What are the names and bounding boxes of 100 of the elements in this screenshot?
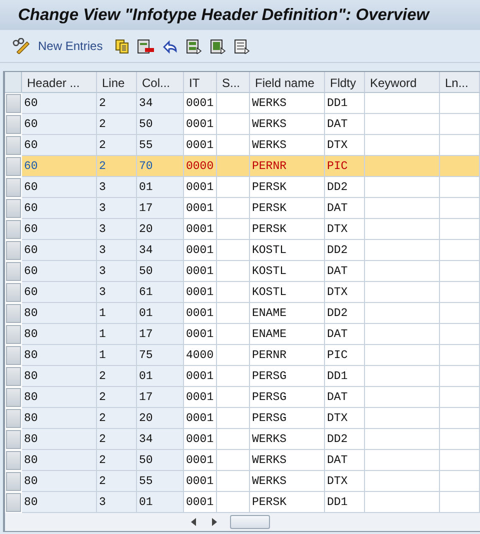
row-selector[interactable]: [6, 94, 21, 113]
table-cell: [217, 366, 250, 387]
table-cell: PERNR: [250, 156, 325, 177]
row-selector[interactable]: [6, 388, 21, 407]
scroll-right-icon[interactable]: [210, 517, 218, 527]
table-cell: PERNR: [250, 345, 325, 366]
deselect-icon[interactable]: [234, 38, 250, 54]
table-cell: DD2: [325, 240, 365, 261]
column-header[interactable]: Fldty: [325, 72, 365, 93]
table-cell: 0001: [184, 387, 217, 408]
row-selector[interactable]: [6, 346, 21, 365]
table-cell: [217, 429, 250, 450]
table-cell: [440, 450, 480, 471]
table-cell: DTX: [325, 135, 365, 156]
column-header[interactable]: Keyword: [365, 72, 440, 93]
column-header[interactable]: Ln...: [440, 72, 480, 93]
table-cell: KOSTL: [250, 261, 325, 282]
table-cell: 55: [137, 471, 184, 492]
table-cell: 2: [97, 135, 137, 156]
column-header[interactable]: Col...: [137, 72, 184, 93]
select-all-corner[interactable]: [5, 72, 22, 93]
table-cell: [217, 114, 250, 135]
table-cell: DTX: [325, 471, 365, 492]
table-cell: PERSK: [250, 219, 325, 240]
table-cell: DAT: [325, 387, 365, 408]
row-selector[interactable]: [6, 157, 21, 176]
table-cell: [217, 303, 250, 324]
window-title: Change View "Infotype Header Definition": Overview: [18, 6, 430, 24]
row-selector[interactable]: [6, 304, 21, 323]
table-cell: 2: [97, 408, 137, 429]
column-header[interactable]: S...: [217, 72, 250, 93]
table-cell: DAT: [325, 324, 365, 345]
table-cell: [217, 345, 250, 366]
column-header[interactable]: Header ...: [22, 72, 97, 93]
table-cell: WERKS: [250, 429, 325, 450]
row-selector[interactable]: [6, 178, 21, 197]
copy-icon[interactable]: [114, 38, 129, 54]
table-cell: 80: [22, 324, 97, 345]
row-selector[interactable]: [6, 367, 21, 386]
select-all-icon[interactable]: [186, 38, 202, 54]
table-cell: DD1: [325, 492, 365, 513]
row-selector[interactable]: [6, 283, 21, 302]
row-selector[interactable]: [6, 472, 21, 491]
table-cell: [217, 135, 250, 156]
table-cell: 60: [22, 114, 97, 135]
column-header[interactable]: Line: [97, 72, 137, 93]
delete-row-icon[interactable]: [136, 38, 154, 54]
column-header[interactable]: IT: [184, 72, 217, 93]
row-selector[interactable]: [6, 451, 21, 470]
table-cell: [217, 156, 250, 177]
table-cell: [440, 345, 480, 366]
new-entries-button[interactable]: New Entries: [38, 39, 107, 53]
table-cell: 20: [137, 219, 184, 240]
row-selector[interactable]: [6, 199, 21, 218]
table-cell: 75: [137, 345, 184, 366]
table-cell: [440, 261, 480, 282]
table-cell: 60: [22, 156, 97, 177]
table-cell: 4000: [184, 345, 217, 366]
table-cell: 20: [137, 408, 184, 429]
row-selector[interactable]: [6, 325, 21, 344]
table-cell: WERKS: [250, 93, 325, 114]
row-selector[interactable]: [6, 136, 21, 155]
table-cell: DAT: [325, 198, 365, 219]
table-cell: 3: [97, 261, 137, 282]
table-cell: 80: [22, 450, 97, 471]
row-selector[interactable]: [6, 220, 21, 239]
table-cell: [217, 261, 250, 282]
scroll-left-icon[interactable]: [190, 517, 198, 527]
table-cell: [440, 93, 480, 114]
table-cell: PIC: [325, 156, 365, 177]
table-cell: [217, 492, 250, 513]
pencil-glasses-icon[interactable]: [12, 38, 30, 54]
table-cell: 0001: [184, 198, 217, 219]
row-selector[interactable]: [6, 409, 21, 428]
scrollbar-thumb[interactable]: [230, 515, 270, 529]
table-cell: DD2: [325, 303, 365, 324]
row-selector[interactable]: [6, 430, 21, 449]
table-cell: 0001: [184, 114, 217, 135]
table-cell: 55: [137, 135, 184, 156]
row-selector[interactable]: [6, 262, 21, 281]
table-cell: DD1: [325, 366, 365, 387]
table-cell: [440, 240, 480, 261]
table-cell: 2: [97, 450, 137, 471]
table-cell: 61: [137, 282, 184, 303]
table-cell: 2: [97, 114, 137, 135]
table-cell: 0001: [184, 471, 217, 492]
undo-icon[interactable]: [162, 38, 178, 54]
row-selector[interactable]: [6, 115, 21, 134]
table-cell: 60: [22, 282, 97, 303]
table-cell: DAT: [325, 261, 365, 282]
table-cell: [440, 429, 480, 450]
column-header[interactable]: Field name: [250, 72, 325, 93]
select-block-icon[interactable]: [210, 38, 226, 54]
table-cell: [440, 408, 480, 429]
table-cell: 0001: [184, 492, 217, 513]
row-selector[interactable]: [6, 493, 21, 512]
row-selector[interactable]: [6, 241, 21, 260]
table-cell: [217, 198, 250, 219]
table-cell: [217, 240, 250, 261]
table-cell: 0001: [184, 93, 217, 114]
